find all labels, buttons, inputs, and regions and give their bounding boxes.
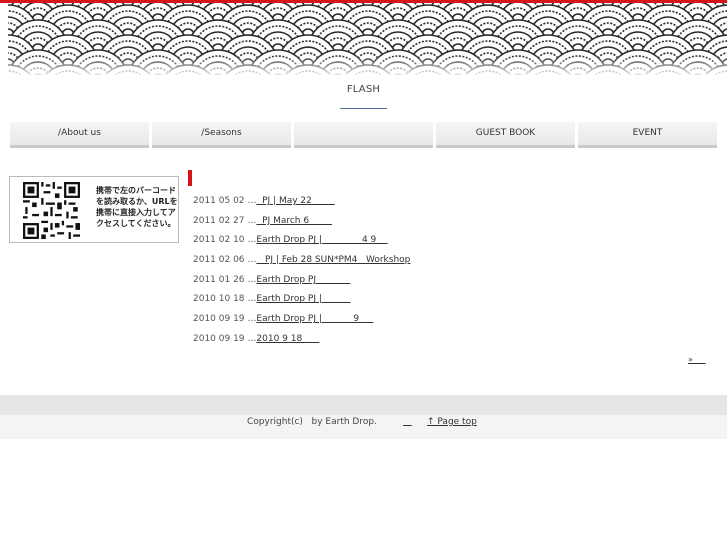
list-item: 2011 05 02 … PJ | May 22 <box>193 196 643 216</box>
news-date: 2011 02 27 … <box>193 215 257 226</box>
list-item: 2011 02 27 … PJ March 6 <box>193 216 643 236</box>
nav-blank[interactable] <box>294 122 433 148</box>
news-date: 2011 05 02 … <box>193 196 257 206</box>
list-item: 2011 02 10 …Earth Drop PJ | 4 9 <box>193 235 643 255</box>
news-list: 2011 05 02 … PJ | May 22 2011 02 27 … PJ… <box>193 196 643 354</box>
news-link[interactable]: PJ March 6 <box>256 216 332 226</box>
nav-guest-book[interactable]: GUEST BOOK <box>436 122 575 148</box>
list-item: 2010 09 19 …2010 9 18 <box>193 334 643 354</box>
news-link[interactable]: 2010 9 18 <box>256 334 319 344</box>
page-top-link[interactable]: ↑ Page top <box>427 417 477 427</box>
more-news-link[interactable]: » <box>688 355 706 364</box>
news-date: 2011 02 06 … <box>193 255 257 266</box>
qr-code-icon <box>23 182 80 239</box>
news-link[interactable]: PJ | May 22 <box>256 196 334 206</box>
news-date: 2011 02 10 … <box>193 235 257 246</box>
list-item: 2011 02 06 … PJ | Feb 28 SUN*PM4 Worksho… <box>193 255 643 275</box>
flash-underline <box>340 108 387 109</box>
nav-about-us[interactable]: /About us <box>10 122 149 148</box>
mobile-qr-panel: 携帯で左のバーコードを読み取るか、URLを携帯に直接入力してアクセスしてください… <box>9 176 179 243</box>
qr-instructions: 携帯で左のバーコードを読み取るか、URLを携帯に直接入力してアクセスしてください… <box>96 186 178 228</box>
list-item: 2010 09 19 …Earth Drop PJ | 9 <box>193 314 643 334</box>
copyright-text: Copyright(c) by Earth Drop. <box>247 417 377 427</box>
news-date: 2010 10 18 … <box>193 294 257 305</box>
news-link[interactable]: Earth Drop PJ | 9 <box>256 314 373 324</box>
nav-seasons[interactable]: /Seasons <box>152 122 291 148</box>
list-item: 2011 01 26 …Earth Drop PJ <box>193 275 643 295</box>
news-date: 2011 01 26 … <box>193 274 257 285</box>
news-link[interactable]: Earth Drop PJ <box>256 275 350 285</box>
footer-blank-link[interactable] <box>403 417 412 427</box>
news-link[interactable]: PJ | Feb 28 SUN*PM4 Workshop <box>256 255 410 265</box>
main-nav: /About us /Seasons GUEST BOOK EVENT <box>10 122 718 148</box>
flash-link[interactable]: FLASH <box>340 84 387 95</box>
list-item: 2010 10 18 …Earth Drop PJ | <box>193 294 643 314</box>
news-link[interactable]: Earth Drop PJ | <box>256 294 350 304</box>
nav-event[interactable]: EVENT <box>578 122 717 148</box>
news-date: 2010 09 19 … <box>193 314 257 325</box>
news-link[interactable]: Earth Drop PJ | 4 9 <box>256 235 387 245</box>
header-banner <box>8 3 727 75</box>
news-date: 2010 09 19 … <box>193 333 257 344</box>
section-marker <box>188 170 192 186</box>
